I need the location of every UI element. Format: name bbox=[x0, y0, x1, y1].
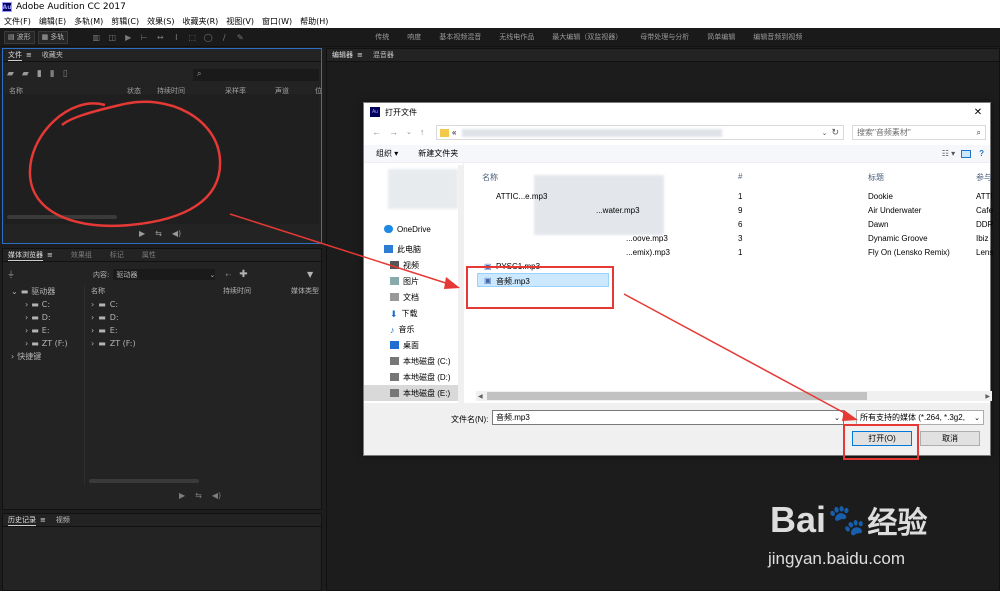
paw-icon: 🐾 bbox=[828, 503, 866, 537]
baidu-watermark: Bai 🐾 经验 bbox=[770, 498, 927, 542]
annotation-highlight-file bbox=[466, 266, 614, 309]
annotation-highlight-open bbox=[843, 424, 919, 460]
annotation-arrowhead bbox=[842, 410, 858, 421]
annotation-arrowhead bbox=[444, 277, 460, 289]
annotation-circle bbox=[28, 100, 222, 228]
baidu-brand-cn: 经验 bbox=[867, 507, 928, 540]
baidu-brand: Bai bbox=[770, 499, 827, 540]
baidu-url: jingyan.baidu.com bbox=[768, 549, 906, 568]
annotation-arrow-line bbox=[623, 293, 851, 417]
annotation-arrow-line bbox=[229, 213, 453, 286]
